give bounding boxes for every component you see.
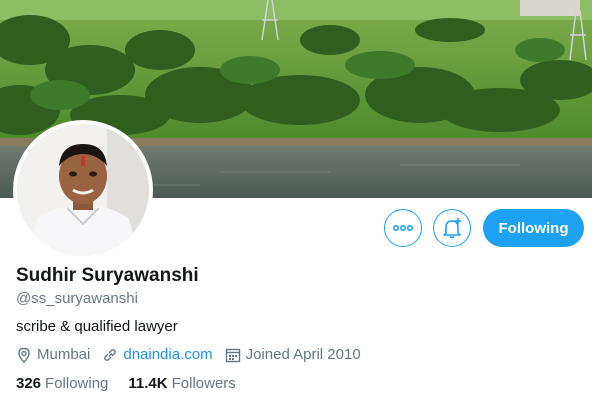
profile-name: Sudhir Suryawanshi xyxy=(16,265,199,286)
location-text: Mumbai xyxy=(37,346,91,363)
calendar-icon xyxy=(225,348,240,362)
profile-bio: scribe & qualified lawyer xyxy=(16,318,178,335)
location-item: Mumbai xyxy=(16,346,90,363)
following-count: 326 xyxy=(16,375,42,392)
more-button[interactable] xyxy=(384,209,422,247)
followers-stat[interactable]: 11.4K Followers xyxy=(128,375,235,392)
bell-plus-icon xyxy=(443,218,461,239)
more-icon xyxy=(393,225,413,231)
followers-label: Followers xyxy=(171,375,236,392)
joined-item: Joined April 2010 xyxy=(225,346,361,363)
following-label: Following xyxy=(45,375,109,392)
link-icon xyxy=(104,348,117,361)
followers-count: 11.4K xyxy=(128,375,168,392)
website-item[interactable]: dnaindia.com xyxy=(102,346,213,363)
profile-meta: Mumbai dnaindia.com Joined April 2010 xyxy=(16,346,373,363)
following-button[interactable]: Following xyxy=(483,209,584,247)
location-pin-icon xyxy=(18,347,30,363)
joined-text: Joined April 2010 xyxy=(245,346,361,363)
profile-stats: 326 Following 11.4K Followers xyxy=(16,375,256,392)
profile-handle: @ss_suryawanshi xyxy=(16,290,138,307)
following-stat[interactable]: 326 Following xyxy=(16,375,108,392)
avatar-image xyxy=(17,124,149,256)
website-link[interactable]: dnaindia.com xyxy=(123,346,212,363)
avatar[interactable] xyxy=(13,120,153,260)
notifications-button[interactable] xyxy=(433,209,471,247)
